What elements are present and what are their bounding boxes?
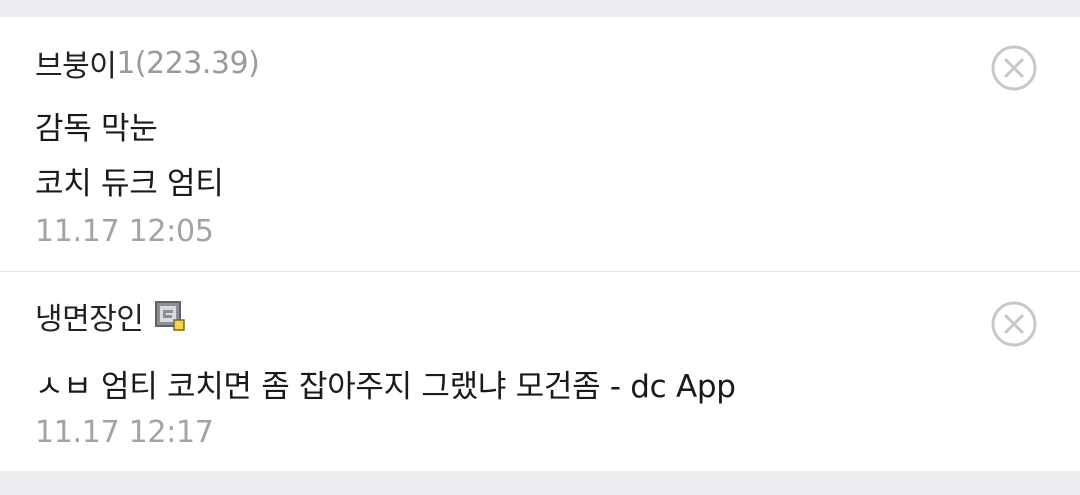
comment-list: 브붕이 1(223.39) 감독 막눈 코치 듀크 엄티 11.17 12:05… — [0, 17, 1080, 471]
delete-comment-button[interactable] — [990, 44, 1038, 92]
comment-author: 브붕이 1(223.39) — [35, 41, 260, 85]
delete-comment-button[interactable] — [990, 300, 1038, 348]
close-circle-icon — [991, 45, 1037, 91]
comment-timestamp: 11.17 12:05 — [35, 214, 214, 249]
comment-author: 냉면장인 — [35, 294, 186, 338]
comment-timestamp: 11.17 12:17 — [35, 415, 214, 450]
comment-nickname[interactable]: 냉면장인 — [35, 294, 144, 338]
gallery-member-icon — [155, 301, 186, 331]
comment-text-line: 코치 듀크 엄티 — [35, 166, 224, 202]
comment-nickname[interactable]: 브붕이 — [35, 41, 117, 85]
comment-item: 브붕이 1(223.39) 감독 막눈 코치 듀크 엄티 11.17 12:05 — [0, 17, 1080, 271]
close-circle-icon — [991, 301, 1037, 347]
comment-ip: 1(223.39) — [116, 45, 260, 81]
comment-item: 냉면장인 ㅅㅂ 엄티 코치면 좀 잡아주지 그랬냐 모건좀 - dc App 1… — [0, 272, 1080, 471]
comment-text-line: ㅅㅂ 엄티 코치면 좀 잡아주지 그랬냐 모건좀 - dc App — [35, 369, 736, 405]
comment-text-line: 감독 막눈 — [35, 111, 158, 147]
